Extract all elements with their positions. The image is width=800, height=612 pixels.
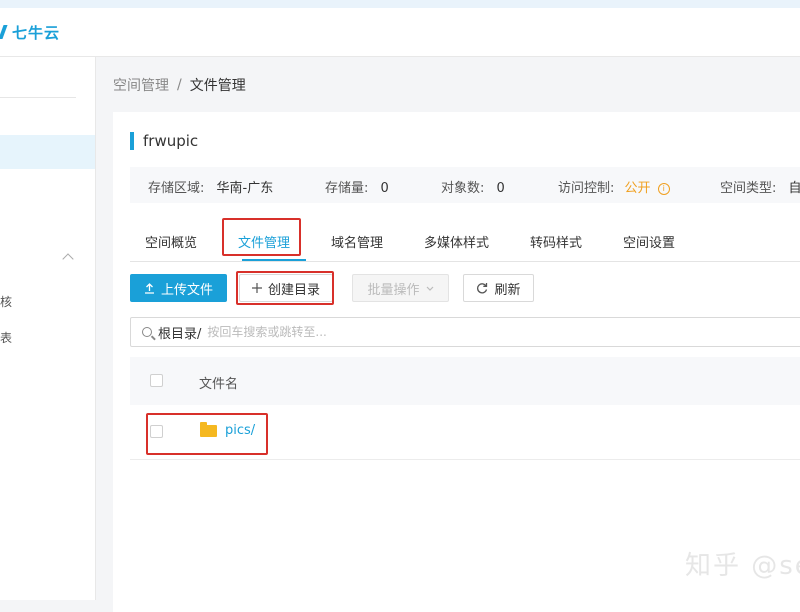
refresh-label: 刷新 xyxy=(494,282,521,298)
search-path-prefix: 根目录/ xyxy=(158,326,202,342)
batch-operations-button[interactable]: 批量操作 xyxy=(352,274,449,302)
info-objects: 对象数: 0 xyxy=(441,177,505,196)
logo[interactable]: 七牛云 xyxy=(0,22,60,42)
chevron-down-icon xyxy=(426,286,433,291)
sidebar-divider xyxy=(0,97,76,98)
info-objects-label: 对象数: xyxy=(441,181,485,196)
search-icon xyxy=(142,327,152,337)
logo-icon xyxy=(0,23,10,41)
select-all-checkbox[interactable] xyxy=(150,374,163,387)
upload-icon xyxy=(144,282,154,294)
search-input[interactable] xyxy=(205,324,610,340)
row-checkbox[interactable] xyxy=(150,425,163,438)
logo-text: 七牛云 xyxy=(12,23,61,42)
info-storage-value: 0 xyxy=(380,181,389,196)
tab-media-styles[interactable]: 多媒体样式 xyxy=(424,232,489,251)
top-strip xyxy=(0,0,800,8)
sidebar-item-1[interactable]: 核 xyxy=(0,293,12,310)
active-tab-underline xyxy=(242,259,306,261)
tab-transcode-styles[interactable]: 转码样式 xyxy=(530,232,582,251)
breadcrumb-current: 文件管理 xyxy=(189,78,246,94)
sidebar: 核 表 xyxy=(0,57,96,600)
table-row: pics/ xyxy=(130,405,800,460)
chevron-up-icon[interactable] xyxy=(62,253,74,265)
upload-button-label: 上传文件 xyxy=(160,282,213,298)
folder-link[interactable]: pics/ xyxy=(225,423,255,438)
batch-operations-label: 批量操作 xyxy=(367,282,420,298)
plus-icon xyxy=(251,283,262,293)
create-directory-label: 创建目录 xyxy=(267,282,320,298)
tab-domain-management[interactable]: 域名管理 xyxy=(331,232,383,251)
search-bar: 根目录/ xyxy=(130,317,800,347)
info-region-value: 华南-广东 xyxy=(216,181,274,196)
tab-overview[interactable]: 空间概览 xyxy=(145,232,197,251)
info-type: 空间类型: 自 xyxy=(720,177,800,196)
info-type-label: 空间类型: xyxy=(720,181,777,196)
breadcrumb: 空间管理 / 文件管理 xyxy=(113,75,246,95)
sidebar-item-active[interactable] xyxy=(0,135,95,169)
column-header-filename: 文件名 xyxy=(199,377,239,392)
info-storage: 存储量: 0 xyxy=(325,177,389,196)
folder-icon xyxy=(200,422,217,437)
upload-button[interactable]: 上传文件 xyxy=(130,274,227,302)
refresh-button[interactable]: 刷新 xyxy=(463,274,534,302)
breadcrumb-separator: / xyxy=(177,77,182,93)
tab-space-settings[interactable]: 空间设置 xyxy=(623,232,675,251)
bucket-info-bar: 存储区域: 华南-广东 存储量: 0 对象数: 0 访问控制: 公开 i 空间类… xyxy=(130,167,800,203)
info-type-value: 自 xyxy=(788,181,800,196)
info-objects-value: 0 xyxy=(496,181,505,196)
tab-file-management[interactable]: 文件管理 xyxy=(238,232,290,251)
info-region: 存储区域: 华南-广东 xyxy=(148,177,273,196)
info-region-label: 存储区域: xyxy=(148,181,205,196)
info-icon[interactable]: i xyxy=(657,183,670,195)
table-header: 文件名 xyxy=(130,357,800,405)
sidebar-item-2[interactable]: 表 xyxy=(0,329,12,346)
info-access: 访问控制: 公开 i xyxy=(558,177,670,196)
refresh-icon xyxy=(477,283,488,294)
title-accent-bar xyxy=(130,132,134,150)
top-header: 七牛云 xyxy=(0,8,800,57)
watermark-text: 知乎 @se xyxy=(685,551,800,581)
main-panel: frwupic 存储区域: 华南-广东 存储量: 0 对象数: 0 访问控制: … xyxy=(113,112,800,612)
bucket-title: frwupic xyxy=(143,132,199,150)
info-storage-label: 存储量: xyxy=(325,181,369,196)
tab-bar: 空间概览 文件管理 域名管理 多媒体样式 转码样式 空间设置 xyxy=(130,224,800,262)
breadcrumb-parent[interactable]: 空间管理 xyxy=(113,75,169,95)
info-access-label: 访问控制: xyxy=(558,181,615,196)
info-access-value: 公开 xyxy=(624,181,651,196)
create-directory-button[interactable]: 创建目录 xyxy=(239,274,333,302)
